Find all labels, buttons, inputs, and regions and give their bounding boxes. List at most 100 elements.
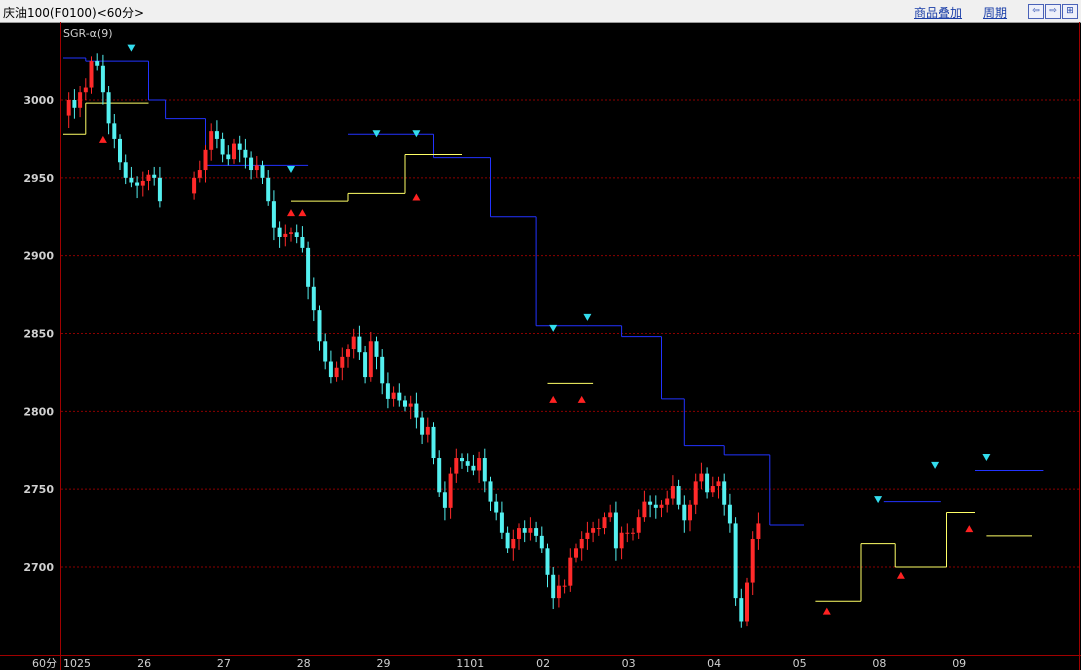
expand-window-icon[interactable]: ⊞ [1062, 4, 1078, 19]
buy-signal-marker [412, 193, 421, 201]
candle-body [596, 528, 601, 530]
candle-body [197, 170, 202, 178]
candle-body [568, 557, 573, 586]
candle-body [391, 392, 396, 399]
y-tick-label: 2700 [23, 561, 54, 574]
candle-body [448, 473, 453, 508]
x-tick-label: 1101 [456, 657, 484, 670]
upper-stop-segment [661, 336, 685, 400]
candle-body [334, 367, 339, 378]
candle-body [397, 392, 402, 401]
overlay-commodity-link[interactable]: 商品叠加 [914, 4, 962, 21]
candle-body [323, 341, 328, 362]
buy-signal-marker [965, 525, 974, 533]
chart-frame [0, 22, 1081, 670]
buy-signal-marker [298, 209, 307, 217]
candle-body [351, 336, 356, 350]
candle-body [300, 236, 305, 248]
candle-body [237, 143, 242, 150]
candle-body [328, 361, 333, 378]
x-tick-label: 1025 [63, 657, 91, 670]
y-tick-label: 2850 [23, 328, 54, 341]
price-gridlines [61, 99, 1079, 568]
candle-body [294, 232, 299, 237]
x-tick-label: 02 [536, 657, 550, 670]
candle-body [89, 61, 94, 88]
candle-body [437, 458, 442, 493]
scroll-right-icon[interactable]: ⇨ [1045, 4, 1061, 19]
candle-body [579, 538, 584, 549]
candle-body [551, 574, 556, 599]
candle-body [83, 87, 88, 93]
candle-body [539, 535, 544, 549]
x-tick-label: 29 [377, 657, 391, 670]
candle-body [311, 286, 316, 311]
sell-signal-marker [127, 44, 136, 52]
time-axis: 1025 26 27 28 29 1101 02 03 04 05 08 09 [63, 657, 966, 670]
candle-body [545, 548, 550, 575]
candle-body [431, 426, 436, 459]
buy-signal-marker [822, 607, 831, 615]
candle-body [676, 486, 681, 505]
candle-body [722, 481, 727, 505]
sell-signal-marker [982, 454, 991, 462]
candle-body [340, 356, 345, 368]
buy-signal-marker [577, 395, 586, 403]
scroll-left-icon[interactable]: ⇦ [1028, 4, 1044, 19]
candle-body [591, 528, 596, 533]
candle-body [756, 523, 761, 539]
period-link[interactable]: 周期 [983, 4, 1007, 21]
x-tick-label: 04 [707, 657, 721, 670]
candle-body [363, 352, 368, 378]
upper-stop-segment [165, 100, 206, 120]
candle-body [220, 138, 225, 155]
candle-body [346, 349, 350, 357]
x-tick-label: 05 [793, 657, 807, 670]
candle-body [608, 512, 613, 518]
candle-body [203, 149, 208, 171]
candle-body [140, 180, 145, 186]
candle-body [699, 473, 704, 482]
candle-body [465, 461, 470, 466]
candle-body [602, 517, 607, 529]
candle-body [214, 131, 219, 139]
upper-stop-segment [723, 445, 770, 456]
candlestick-chart[interactable]: SGR-α(9) 60分 2700 2750 2800 2850 2900 2950 300… [0, 22, 1081, 670]
lower-stop-segment [894, 543, 947, 568]
y-tick-label: 2900 [23, 250, 54, 263]
candle-body [670, 486, 675, 499]
candle-body [374, 341, 379, 357]
y-tick-label: 2800 [23, 405, 54, 418]
upper-stop-segment [490, 157, 537, 218]
candle-body [693, 481, 698, 505]
candle-body [642, 501, 647, 518]
candle-body [129, 177, 134, 183]
candle-body [716, 481, 721, 487]
candle-body [477, 458, 482, 471]
lower-stop-segment [347, 192, 405, 202]
indicator-label: SGR-α(9) [63, 27, 113, 40]
candle-body [460, 458, 464, 462]
candle-body [425, 426, 430, 435]
candle-body [306, 247, 311, 287]
candle-body [232, 143, 236, 160]
candle-body [146, 174, 151, 181]
candle-body [277, 227, 282, 237]
x-tick-label: 26 [137, 657, 151, 670]
candle-body [260, 165, 265, 178]
upper-stop-segment [85, 57, 149, 62]
candle-body [488, 481, 493, 502]
y-tick-label: 2750 [23, 483, 54, 496]
candle-body [482, 458, 487, 482]
candle-body [283, 233, 288, 237]
sell-signal-marker [287, 166, 295, 174]
upper-stop-segment [683, 398, 725, 447]
candle-body [385, 383, 390, 399]
buy-signal-marker [287, 209, 295, 217]
candle-body [659, 504, 664, 508]
candle-body [613, 512, 618, 549]
y-tick-label: 3000 [23, 94, 54, 107]
sell-signal-marker [931, 461, 940, 469]
candle-body [118, 138, 122, 163]
candle-body [585, 532, 590, 539]
